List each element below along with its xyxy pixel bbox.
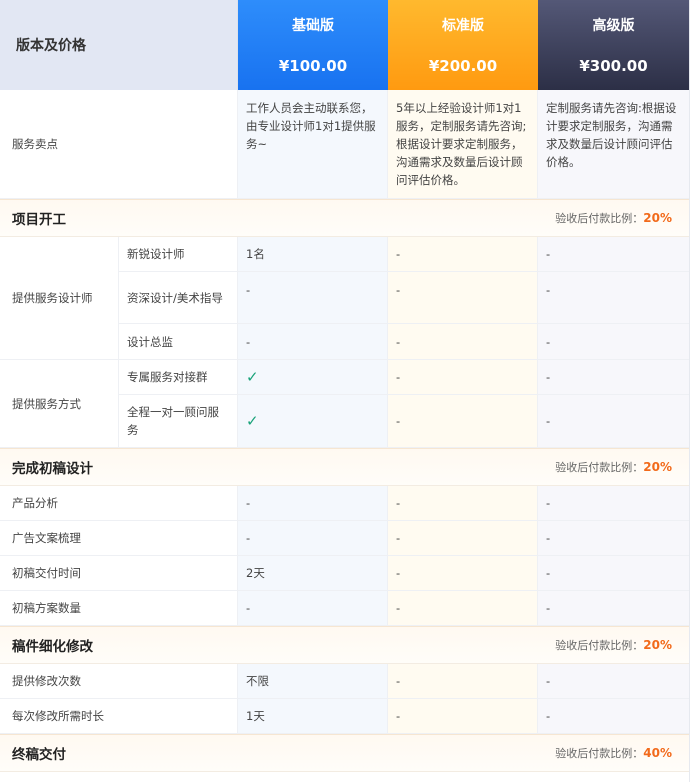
table-row: 提供修改次数 不限 - - xyxy=(0,664,689,699)
cell-basic: - xyxy=(238,324,388,359)
table-row: 初稿方案数量 - - - xyxy=(0,591,689,626)
row-label: 初稿方案数量 xyxy=(0,591,238,625)
cell-standard: - xyxy=(388,324,538,359)
cell-advanced: - xyxy=(538,486,689,520)
cell-basic: - xyxy=(238,521,388,555)
row-label: 初稿交付时间 xyxy=(0,556,238,590)
service-points-row: 服务卖点 工作人员会主动联系您，由专业设计师1对1提供服务~ 5年以上经验设计师… xyxy=(0,90,689,199)
group-label: 提供服务设计师 xyxy=(0,237,119,359)
ratio-value: 20% xyxy=(643,460,672,474)
section-ratio: 验收后付款比例：20% xyxy=(555,460,672,474)
row-label: 新锐设计师 xyxy=(119,237,238,271)
plan-price: ¥100.00 xyxy=(278,57,348,75)
cell-basic: - xyxy=(238,486,388,520)
table-row: 产品分析 - - - xyxy=(0,486,689,521)
cell-advanced: - xyxy=(538,664,689,698)
cell-standard: - xyxy=(388,556,538,590)
cell-advanced: - xyxy=(538,272,689,323)
section-header: 终稿交付 验收后付款比例：40% xyxy=(0,734,689,772)
table-row: 全程一对一顾问服务 ✓ - - xyxy=(119,395,689,447)
cell-basic: - xyxy=(238,272,388,323)
cell-standard: - xyxy=(388,591,538,625)
cell-standard: 5年以上经验设计师1对1服务，定制服务请先咨询;根据设计要求定制服务，沟通需求及… xyxy=(388,90,538,198)
check-icon: ✓ xyxy=(246,412,259,430)
section-title: 完成初稿设计 xyxy=(12,461,93,477)
cell-advanced: - xyxy=(538,237,689,271)
cell-basic: 2天 xyxy=(238,556,388,590)
row-label: 服务卖点 xyxy=(0,90,238,198)
pricing-header: 版本及价格 基础版 ¥100.00 标准版 ¥200.00 高级版 ¥300.0… xyxy=(0,0,689,90)
row-label: 提供修改次数 xyxy=(0,664,238,698)
cell-basic: 不限 xyxy=(238,664,388,698)
cell-standard: - xyxy=(388,486,538,520)
header-title: 版本及价格 xyxy=(0,0,238,90)
table-row: 专属服务对接群 ✓ - - xyxy=(119,360,689,395)
cell-basic: 1名 xyxy=(238,237,388,271)
row-label: 专属服务对接群 xyxy=(119,360,238,394)
table-row: 每次修改所需时长 1天 - - xyxy=(0,699,689,734)
plan-basic[interactable]: 基础版 ¥100.00 xyxy=(238,0,388,90)
cell-basic: ✓ xyxy=(238,395,388,447)
plan-name: 基础版 xyxy=(292,18,334,34)
table-row: 资深设计/美术指导 - - - xyxy=(119,272,689,324)
ratio-value: 20% xyxy=(643,211,672,225)
plan-standard[interactable]: 标准版 ¥200.00 xyxy=(388,0,538,90)
cell-basic: 工作人员会主动联系您，由专业设计师1对1提供服务~ xyxy=(238,90,388,198)
section-title: 稿件细化修改 xyxy=(12,639,93,655)
section-header: 稿件细化修改 验收后付款比例：20% xyxy=(0,626,689,664)
cell-standard: - xyxy=(388,395,538,447)
cell-standard: - xyxy=(388,272,538,323)
cell-basic: - xyxy=(238,591,388,625)
cell-standard: - xyxy=(388,360,538,394)
table-row: 设计总监 - - - xyxy=(119,324,689,359)
plan-price: ¥200.00 xyxy=(428,57,498,75)
cell-standard: - xyxy=(388,664,538,698)
section-ratio: 验收后付款比例：20% xyxy=(555,211,672,225)
table-row: 新锐设计师 1名 - - xyxy=(119,237,689,272)
section-header: 完成初稿设计 验收后付款比例：20% xyxy=(0,448,689,486)
designers-group: 提供服务设计师 新锐设计师 1名 - - 资深设计/美术指导 - - - 设计总… xyxy=(0,237,689,360)
cell-standard: - xyxy=(388,237,538,271)
cell-basic: ✓ xyxy=(238,360,388,394)
cell-advanced: - xyxy=(538,395,689,447)
section-title: 项目开工 xyxy=(12,212,66,228)
cell-advanced: - xyxy=(538,324,689,359)
section-title: 终稿交付 xyxy=(12,747,66,763)
row-label: 产品分析 xyxy=(0,486,238,520)
plan-advanced[interactable]: 高级版 ¥300.00 xyxy=(538,0,689,90)
row-label: 每次修改所需时长 xyxy=(0,699,238,733)
table-row: 初稿交付时间 2天 - - xyxy=(0,556,689,591)
group-label: 提供服务方式 xyxy=(0,360,119,447)
row-label: 设计总监 xyxy=(119,324,238,359)
cell-standard: - xyxy=(388,521,538,555)
plan-name: 高级版 xyxy=(592,18,635,34)
check-icon: ✓ xyxy=(246,368,259,386)
row-label: 广告文案梳理 xyxy=(0,521,238,555)
cell-advanced: - xyxy=(538,521,689,555)
pricing-table: 版本及价格 基础版 ¥100.00 标准版 ¥200.00 高级版 ¥300.0… xyxy=(0,0,690,782)
service-mode-group: 提供服务方式 专属服务对接群 ✓ - - 全程一对一顾问服务 ✓ - - xyxy=(0,360,689,448)
cell-advanced: - xyxy=(538,360,689,394)
cell-basic: 1天 xyxy=(238,699,388,733)
plan-price: ¥300.00 xyxy=(579,57,648,75)
cell-standard: - xyxy=(388,699,538,733)
cell-advanced: - xyxy=(538,591,689,625)
ratio-value: 20% xyxy=(643,638,672,652)
row-label: 全程一对一顾问服务 xyxy=(119,395,238,447)
section-ratio: 验收后付款比例：40% xyxy=(555,746,672,760)
row-label: 资深设计/美术指导 xyxy=(119,272,238,323)
cell-advanced: - xyxy=(538,699,689,733)
section-ratio: 验收后付款比例：20% xyxy=(555,638,672,652)
cell-advanced: 定制服务请先咨询:根据设计要求定制服务，沟通需求及数量后设计顾问评估价格。 xyxy=(538,90,689,198)
plan-name: 标准版 xyxy=(442,18,484,34)
cell-advanced: - xyxy=(538,556,689,590)
section-header: 项目开工 验收后付款比例：20% xyxy=(0,199,689,237)
table-row: 广告文案梳理 - - - xyxy=(0,521,689,556)
ratio-value: 40% xyxy=(643,746,672,760)
